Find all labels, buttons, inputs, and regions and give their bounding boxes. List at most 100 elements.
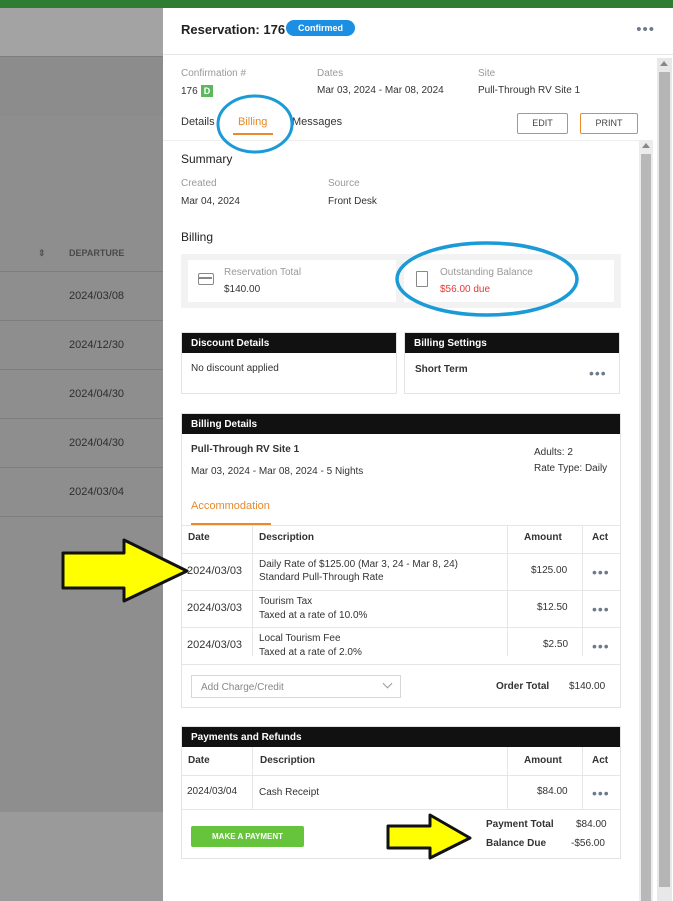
created-label: Created bbox=[181, 178, 217, 189]
rate-type: Rate Type: Daily bbox=[534, 463, 608, 474]
dates-label: Dates bbox=[317, 68, 344, 79]
departure-column-header[interactable]: DEPARTURE bbox=[69, 248, 124, 258]
discount-details-card: Discount Details No discount applied bbox=[181, 332, 397, 394]
payment-description: Cash Receipt bbox=[259, 787, 320, 798]
table-divider bbox=[182, 627, 620, 628]
billing-heading: Billing bbox=[181, 230, 214, 244]
dates-value: Mar 03, 2024 - Mar 08, 2024 bbox=[317, 85, 444, 96]
order-total-label: Order Total bbox=[496, 681, 550, 692]
reservation-total-value: $140.00 bbox=[224, 284, 261, 295]
row-menu-icon[interactable]: ••• bbox=[592, 602, 610, 616]
source-label: Source bbox=[328, 178, 360, 189]
billing-settings-card: Billing Settings Short Term ••• bbox=[404, 332, 620, 394]
dates-meta: Dates Mar 03, 2024 - Mar 08, 2024 bbox=[317, 68, 444, 96]
column-header-description: Description bbox=[260, 755, 316, 766]
tab-messages[interactable]: Messages bbox=[292, 116, 342, 128]
site-label: Site bbox=[478, 68, 496, 79]
row-menu-icon[interactable]: ••• bbox=[592, 786, 610, 800]
add-charge-select[interactable]: Add Charge/Credit bbox=[191, 675, 401, 698]
column-header-date: Date bbox=[188, 755, 210, 766]
credit-card-icon bbox=[198, 273, 214, 285]
table-row[interactable]: 2024/04/30 bbox=[0, 370, 163, 419]
charge-subdescription: Taxed at a rate of 2.0% bbox=[259, 647, 362, 658]
confirmation-number: 176 bbox=[181, 86, 198, 97]
status-badge: Confirmed bbox=[286, 20, 355, 36]
column-header-action: Act bbox=[592, 755, 609, 766]
charge-amount: $125.00 bbox=[531, 565, 568, 576]
table-divider bbox=[182, 809, 620, 810]
table-divider bbox=[182, 664, 620, 665]
content-scrollbar[interactable] bbox=[639, 140, 653, 901]
sort-icon[interactable]: ⇕ bbox=[38, 248, 46, 259]
row-menu-icon[interactable]: ••• bbox=[592, 565, 610, 579]
background-table: ⇕ DEPARTURE 2024/03/08 2024/12/30 2024/0… bbox=[0, 234, 163, 517]
site-meta: Site Pull-Through RV Site 1 bbox=[478, 68, 580, 96]
payment-amount: $84.00 bbox=[537, 786, 568, 797]
table-row[interactable]: 2024/03/08 bbox=[0, 272, 163, 321]
billing-details-card: Billing Details Pull-Through RV Site 1 M… bbox=[181, 413, 621, 708]
table-divider bbox=[182, 525, 620, 526]
site-value: Pull-Through RV Site 1 bbox=[478, 85, 581, 96]
more-options-icon[interactable]: ••• bbox=[636, 21, 655, 38]
scrollbar-thumb[interactable] bbox=[659, 72, 670, 887]
table-row[interactable]: 2024/03/04 bbox=[0, 468, 163, 517]
departure-cell: 2024/03/04 bbox=[69, 486, 125, 498]
outstanding-balance-card: Outstanding Balance $56.00 due bbox=[404, 260, 614, 302]
order-total-value: $140.00 bbox=[569, 681, 606, 692]
charge-amount: $2.50 bbox=[543, 639, 569, 650]
column-header-action: Act bbox=[592, 532, 609, 543]
billing-details-site: Pull-Through RV Site 1 bbox=[191, 444, 300, 455]
source-value: Front Desk bbox=[328, 196, 377, 207]
row-menu-icon[interactable]: ••• bbox=[592, 639, 610, 653]
top-app-bar bbox=[0, 0, 673, 8]
charge-subdescription: Standard Pull-Through Rate bbox=[259, 572, 384, 583]
charge-date: 2024/03/03 bbox=[187, 639, 243, 651]
add-charge-placeholder: Add Charge/Credit bbox=[201, 682, 284, 693]
billing-settings-heading: Billing Settings bbox=[405, 333, 619, 353]
background-reservation-list: ⇕ DEPARTURE 2024/03/08 2024/12/30 2024/0… bbox=[0, 8, 163, 901]
scroll-up-arrow-icon[interactable] bbox=[660, 61, 668, 66]
edit-button[interactable]: EDIT bbox=[517, 113, 568, 134]
departure-cell: 2024/12/30 bbox=[69, 339, 125, 351]
billing-settings-menu-icon[interactable]: ••• bbox=[589, 366, 607, 380]
created-value: Mar 04, 2024 bbox=[181, 196, 240, 207]
scrollbar-thumb[interactable] bbox=[641, 154, 651, 901]
payments-heading: Payments and Refunds bbox=[182, 727, 620, 747]
adults-count: Adults: 2 bbox=[534, 447, 573, 458]
background-header-band bbox=[0, 8, 163, 56]
tab-billing[interactable]: Billing bbox=[238, 116, 267, 128]
scroll-up-arrow-icon[interactable] bbox=[642, 143, 650, 148]
reservation-total-label: Reservation Total bbox=[224, 267, 302, 278]
chevron-down-icon bbox=[382, 678, 393, 689]
charge-description: Tourism Tax bbox=[259, 596, 313, 607]
panel-scrollbar[interactable] bbox=[657, 58, 672, 901]
tab-accommodation[interactable]: Accommodation bbox=[191, 500, 270, 512]
confirmation-value: 176 D bbox=[181, 85, 246, 97]
summary-heading: Summary bbox=[181, 152, 233, 166]
balance-due-value: -$56.00 bbox=[571, 838, 605, 849]
table-divider bbox=[182, 590, 620, 591]
balance-due-label: Balance Due bbox=[486, 838, 547, 849]
active-tab-underline bbox=[233, 133, 273, 135]
table-row[interactable]: 2024/04/30 bbox=[0, 419, 163, 468]
confirmation-flag-badge: D bbox=[200, 85, 214, 97]
outstanding-balance-value: $56.00 due bbox=[440, 284, 491, 295]
billing-details-dates: Mar 03, 2024 - Mar 08, 2024 - 5 Nights bbox=[191, 466, 364, 477]
payment-total-value: $84.00 bbox=[576, 819, 607, 830]
column-header-date: Date bbox=[188, 532, 210, 543]
column-header-amount: Amount bbox=[524, 532, 562, 543]
make-payment-button[interactable]: MAKE A PAYMENT bbox=[191, 826, 304, 847]
charge-date: 2024/03/03 bbox=[187, 565, 243, 577]
billing-details-heading: Billing Details bbox=[182, 414, 620, 434]
print-button[interactable]: PRINT bbox=[580, 113, 638, 134]
reservation-title: Reservation: 176 bbox=[181, 22, 286, 37]
departure-cell: 2024/04/30 bbox=[69, 437, 125, 449]
column-divider bbox=[507, 747, 508, 809]
tab-details[interactable]: Details bbox=[181, 116, 215, 128]
billing-settings-value: Short Term bbox=[415, 364, 468, 375]
discount-text: No discount applied bbox=[191, 363, 279, 374]
background-filter-band bbox=[0, 56, 163, 116]
table-row[interactable]: 2024/12/30 bbox=[0, 321, 163, 370]
reservation-panel: Reservation: 176 Confirmed ••• Confirmat… bbox=[163, 8, 673, 901]
background-footer-band bbox=[0, 812, 163, 901]
